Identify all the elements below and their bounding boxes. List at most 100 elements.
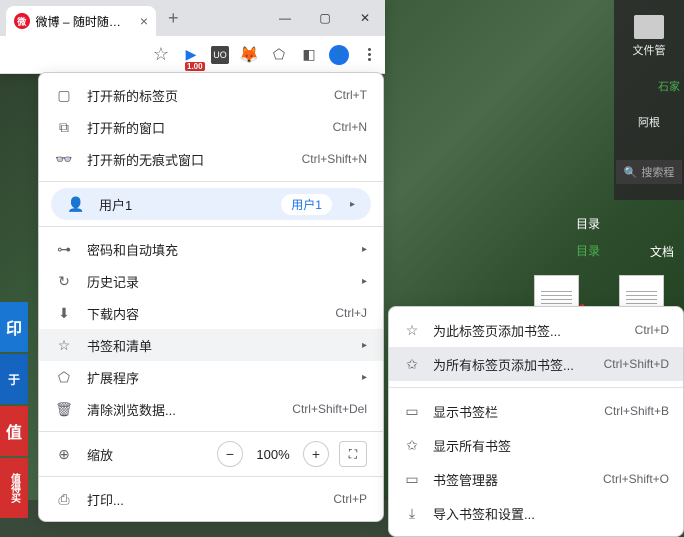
folder-icon — [634, 15, 664, 39]
close-button[interactable]: ✕ — [345, 0, 385, 36]
shortcut: Ctrl+P — [333, 492, 367, 506]
file-manager-item[interactable]: 文件管 — [633, 15, 666, 58]
new-window-icon: ⧉ — [55, 119, 73, 136]
menu-separator — [39, 181, 383, 182]
extension-icon: ⬠ — [55, 369, 73, 386]
menu-label: 清除浏览数据... — [87, 400, 278, 419]
tab-close-icon[interactable]: × — [140, 13, 148, 29]
menu-label: 历史记录 — [87, 272, 348, 291]
menu-label: 导入书签和设置... — [433, 504, 669, 523]
shortcut: Ctrl+J — [335, 306, 367, 320]
menu-bookmarks[interactable]: ☆ 书签和清单 ▸ — [39, 329, 383, 361]
agen-label: 阿根 — [638, 114, 660, 130]
extension-icon[interactable]: 🦊 — [239, 45, 259, 65]
download-icon: ⬇ — [55, 305, 73, 322]
badge-yu[interactable]: 于 — [0, 354, 28, 404]
menu-separator — [39, 226, 383, 227]
menu-separator — [389, 387, 683, 388]
window-controls: — ▢ ✕ — [265, 0, 385, 36]
menu-separator — [39, 431, 383, 432]
badge-yin[interactable]: 印 — [0, 302, 28, 352]
mulu-title: 目录 — [576, 215, 600, 232]
maximize-button[interactable]: ▢ — [305, 0, 345, 36]
badge-zhi[interactable]: 值 — [0, 406, 28, 456]
puzzle-extension-icon[interactable]: ⬠ — [269, 45, 289, 65]
new-tab-button[interactable]: + — [168, 8, 179, 29]
browser-tab[interactable]: 微 微博 – 随时随地发 × — [6, 6, 156, 36]
shortcut: Ctrl+Shift+O — [603, 472, 669, 486]
browser-toolbar: ☆ ▶1.00 UO 🦊 ⬠ ◧ 👤 — [0, 36, 385, 74]
manager-icon: ▭ — [403, 471, 421, 488]
main-menu: ▢ 打开新的标签页 Ctrl+T ⧉ 打开新的窗口 Ctrl+N 👓 打开新的无… — [38, 72, 384, 522]
zoom-percent: 100% — [253, 447, 293, 462]
search-placeholder: 搜索程 — [641, 164, 674, 180]
menu-new-tab[interactable]: ▢ 打开新的标签页 Ctrl+T — [39, 79, 383, 111]
menu-incognito[interactable]: 👓 打开新的无痕式窗口 Ctrl+Shift+N — [39, 143, 383, 175]
chevron-right-icon: ▸ — [362, 244, 367, 255]
sidepanel-icon[interactable]: ◧ — [299, 45, 319, 65]
fullscreen-button[interactable]: ⛶ — [339, 441, 367, 467]
flag-extension-icon[interactable]: ▶1.00 — [181, 45, 201, 65]
chevron-right-icon: ▸ — [362, 276, 367, 287]
zoom-in-button[interactable]: + — [303, 441, 329, 467]
menu-new-window[interactable]: ⧉ 打开新的窗口 Ctrl+N — [39, 111, 383, 143]
ublock-icon[interactable]: UO — [211, 46, 229, 64]
shortcut: Ctrl+Shift+N — [302, 152, 367, 166]
menu-label: 密码和自动填充 — [87, 240, 348, 259]
kebab-menu-icon[interactable] — [359, 45, 379, 65]
menu-separator — [39, 476, 383, 477]
left-sidebar-badges: 印 于 值 值得买 — [0, 180, 28, 518]
weibo-favicon-icon: 微 — [14, 13, 30, 29]
search-box[interactable]: 🔍 搜索程 — [616, 160, 683, 184]
minimize-button[interactable]: — — [265, 0, 305, 36]
shortcut: Ctrl+D — [635, 323, 669, 337]
menu-user-profile[interactable]: 👤 用户1 用户1 ▸ — [51, 188, 371, 220]
menu-label: 书签和清单 — [87, 336, 348, 355]
menu-label: 扩展程序 — [87, 368, 348, 387]
menu-label: 显示所有书签 — [433, 436, 669, 455]
desktop-right-panel: 文件管 石家 阿根 🔍 搜索程 — [614, 0, 684, 200]
user-pill: 用户1 — [281, 194, 332, 215]
submenu-add-all-bookmarks[interactable]: ✩ 为所有标签页添加书签... Ctrl+Shift+D — [389, 347, 683, 381]
green-label: 石家 — [658, 78, 680, 94]
menu-label: 打开新的无痕式窗口 — [87, 150, 288, 169]
title-bar: 微 微博 – 随时随地发 × + — ▢ ✕ — [0, 0, 385, 36]
menu-label: 打开新的标签页 — [87, 86, 320, 105]
star-plus-icon: ✩ — [403, 356, 421, 373]
panel-item[interactable]: 阿根 — [638, 114, 660, 130]
menu-extensions[interactable]: ⬠ 扩展程序 ▸ — [39, 361, 383, 393]
shortcut: Ctrl+T — [334, 88, 367, 102]
panel-item[interactable]: 石家 — [658, 78, 680, 94]
shortcut: Ctrl+N — [333, 120, 367, 134]
profile-avatar-icon[interactable]: 👤 — [329, 45, 349, 65]
bookmark-star-icon[interactable]: ☆ — [151, 45, 171, 65]
menu-label: 显示书签栏 — [433, 402, 592, 421]
badge-text[interactable]: 值得买 — [0, 458, 28, 518]
menu-downloads[interactable]: ⬇ 下载内容 Ctrl+J — [39, 297, 383, 329]
bar-icon: ▭ — [403, 403, 421, 420]
menu-history[interactable]: ↻ 历史记录 ▸ — [39, 265, 383, 297]
submenu-add-bookmark[interactable]: ☆ 为此标签页添加书签... Ctrl+D — [389, 313, 683, 347]
menu-clear-data[interactable]: 🗑 清除浏览数据... Ctrl+Shift+Del — [39, 393, 383, 425]
menu-print[interactable]: ⎙ 打印... Ctrl+P — [39, 483, 383, 515]
submenu-show-bar[interactable]: ▭ 显示书签栏 Ctrl+Shift+B — [389, 394, 683, 428]
menu-label: 下载内容 — [87, 304, 321, 323]
browser-window: 微 微博 – 随时随地发 × + — ▢ ✕ ☆ ▶1.00 UO 🦊 ⬠ ◧ … — [0, 0, 385, 74]
mulu-label[interactable]: 目录 — [576, 242, 600, 259]
chevron-right-icon: ▸ — [350, 199, 355, 210]
zoom-out-button[interactable]: − — [217, 441, 243, 467]
folder-labels: 目录 目录 文档 — [576, 215, 674, 260]
bookmarks-submenu: ☆ 为此标签页添加书签... Ctrl+D ✩ 为所有标签页添加书签... Ct… — [388, 306, 684, 537]
trash-icon: 🗑 — [55, 401, 73, 418]
submenu-import[interactable]: ⤓ 导入书签和设置... — [389, 496, 683, 530]
menu-label: 为所有标签页添加书签... — [433, 355, 592, 374]
search-icon: 🔍 — [624, 166, 638, 179]
menu-label: 缩放 — [87, 445, 203, 464]
menu-passwords[interactable]: ⊶ 密码和自动填充 ▸ — [39, 233, 383, 265]
submenu-manager[interactable]: ▭ 书签管理器 Ctrl+Shift+O — [389, 462, 683, 496]
wendang-label[interactable]: 文档 — [650, 243, 674, 260]
submenu-show-all[interactable]: ✩ 显示所有书签 — [389, 428, 683, 462]
shortcut: Ctrl+Shift+D — [604, 357, 669, 371]
shortcut: Ctrl+Shift+Del — [292, 402, 367, 416]
menu-label: 打印... — [87, 490, 319, 509]
